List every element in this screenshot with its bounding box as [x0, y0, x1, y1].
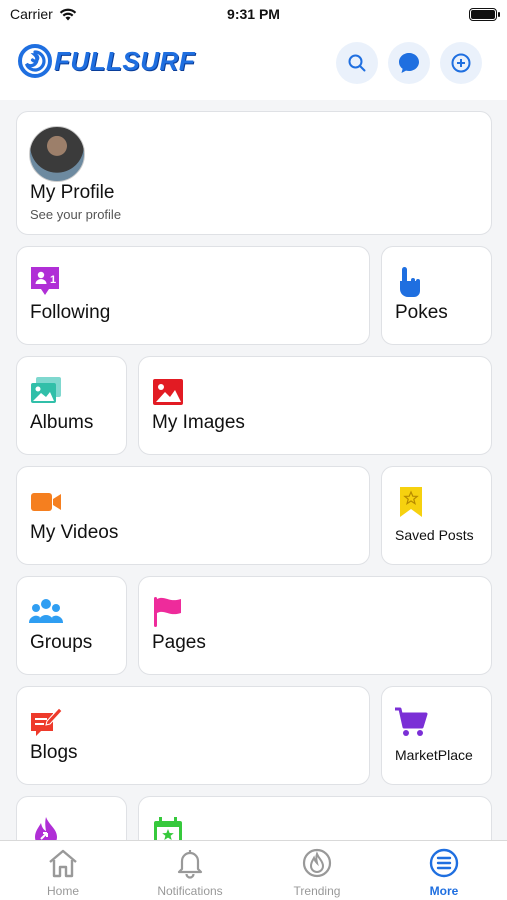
image-icon [153, 379, 183, 405]
tab-notifications-label: Notifications [157, 884, 223, 898]
profile-title: My Profile [30, 182, 115, 203]
profile-subtitle: See your profile [30, 207, 122, 222]
my-images-card[interactable]: My Images [138, 356, 492, 455]
flame-icon [35, 817, 57, 840]
poke-hand-icon [400, 267, 420, 297]
my-images-label: My Images [152, 412, 245, 433]
more-menu-grid: My Profile See your profile 1 Following … [0, 100, 507, 840]
search-icon [348, 54, 366, 72]
blogs-label: Blogs [30, 742, 78, 763]
add-circle-icon [451, 53, 471, 73]
blogs-card[interactable]: Blogs [16, 686, 370, 785]
avatar [29, 126, 85, 182]
groups-label: Groups [30, 632, 93, 653]
create-button[interactable] [440, 42, 482, 84]
my-videos-card[interactable]: My Videos [16, 466, 370, 565]
my-profile-card[interactable]: My Profile See your profile [16, 111, 492, 235]
pokes-card[interactable]: Pokes [381, 246, 492, 345]
svg-text:1: 1 [50, 274, 56, 286]
marketplace-card[interactable]: MarketPlace [381, 686, 492, 785]
logo-text: FULLSURF [54, 45, 196, 76]
status-time: 9:31 PM [227, 6, 280, 22]
bell-icon [177, 850, 203, 879]
search-button[interactable] [336, 42, 378, 84]
battery-icon [469, 8, 500, 21]
chat-bubble-icon [399, 53, 419, 73]
blog-edit-icon [31, 707, 63, 736]
events-card-partial[interactable] [138, 796, 492, 840]
pages-card[interactable]: Pages [138, 576, 492, 675]
following-icon: 1 [31, 267, 59, 295]
tab-trending[interactable]: Trending [254, 841, 380, 900]
saved-posts-label: Saved Posts [395, 527, 474, 543]
pages-label: Pages [152, 632, 206, 653]
saved-posts-card[interactable]: Saved Posts [381, 466, 492, 565]
video-camera-icon [31, 493, 61, 511]
tab-trending-label: Trending [293, 884, 341, 898]
wave-logo-icon [18, 44, 52, 78]
tab-home[interactable]: Home [0, 841, 126, 900]
status-bar: Carrier 9:31 PM [0, 0, 507, 30]
home-icon [49, 849, 77, 878]
fullsurf-logo[interactable]: FULLSURF [18, 44, 195, 78]
following-label: Following [30, 302, 111, 323]
tab-notifications[interactable]: Notifications [127, 841, 253, 900]
bookmark-star-icon [400, 487, 422, 517]
flag-icon [154, 597, 181, 627]
shopping-cart-icon [395, 707, 428, 736]
menu-circle-icon [429, 848, 459, 878]
my-videos-label: My Videos [30, 522, 119, 543]
following-card[interactable]: 1 Following [16, 246, 370, 345]
bottom-tab-bar: Home Notifications Trending More [0, 840, 507, 900]
messages-button[interactable] [388, 42, 430, 84]
tab-home-label: Home [46, 884, 79, 898]
groups-card[interactable]: Groups [16, 576, 127, 675]
trending-card-partial[interactable] [16, 796, 127, 840]
tab-more-label: More [429, 884, 459, 898]
marketplace-label: MarketPlace [395, 747, 473, 763]
calendar-star-icon [154, 817, 182, 840]
tab-more[interactable]: More [381, 841, 507, 900]
albums-card[interactable]: Albums [16, 356, 127, 455]
albums-label: Albums [30, 412, 94, 433]
albums-icon [31, 377, 61, 403]
groups-icon [29, 599, 63, 623]
app-header: FULLSURF [0, 30, 507, 100]
pokes-label: Pokes [395, 302, 448, 323]
trending-flame-icon [302, 848, 332, 878]
